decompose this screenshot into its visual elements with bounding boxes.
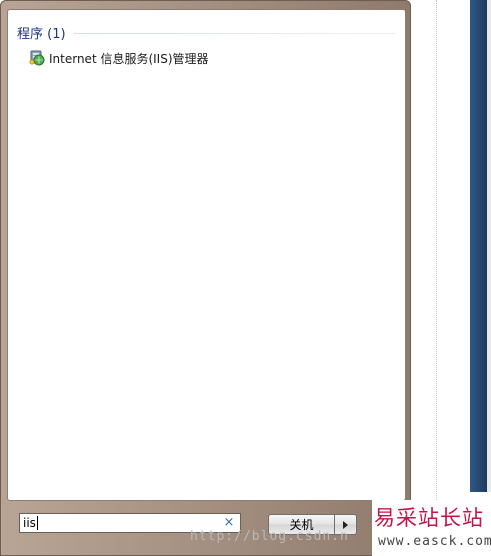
- desktop-side-bar-edge: [487, 0, 491, 492]
- start-menu: 程序 (1) Internet 信息服务(IIS)管理器 iis × 关机: [0, 0, 411, 556]
- background-divider: [436, 0, 437, 556]
- result-item-iis-manager[interactable]: Internet 信息服务(IIS)管理器: [28, 48, 215, 68]
- desktop-side-bar: [470, 0, 487, 492]
- search-results-pane: 程序 (1) Internet 信息服务(IIS)管理器: [7, 9, 406, 501]
- iis-manager-icon: [29, 50, 45, 66]
- group-separator: [73, 32, 397, 34]
- text-caret: [36, 516, 38, 530]
- right-arrow-icon: [343, 520, 348, 529]
- search-input-value: iis: [23, 516, 36, 530]
- watermark-logo: 易采站长站 www.easck.com: [372, 500, 491, 556]
- results-group-header: 程序 (1): [17, 22, 397, 42]
- watermark-brand: 易采站长站: [374, 506, 484, 530]
- group-title: 程序 (1): [17, 26, 66, 42]
- watermark-url: http://blog.csdn.n: [190, 529, 349, 544]
- watermark-domain: www.easck.com: [378, 534, 491, 549]
- result-item-label: Internet 信息服务(IIS)管理器: [49, 51, 209, 66]
